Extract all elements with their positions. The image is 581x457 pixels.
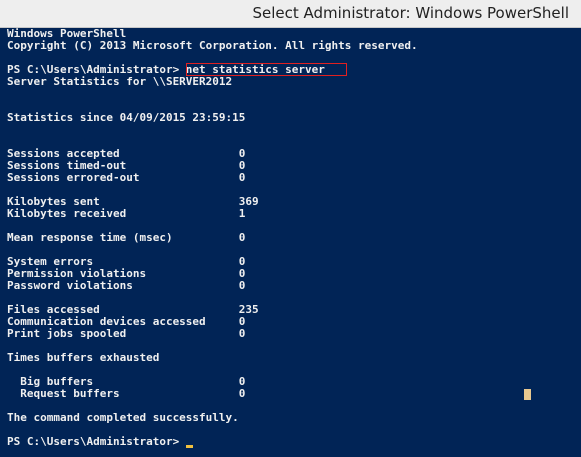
title-bar[interactable]: Select Administrator: Windows PowerShell xyxy=(0,0,581,28)
command-highlight-box xyxy=(186,63,347,76)
console-area[interactable]: Windows PowerShell Copyright (C) 2013 Mi… xyxy=(0,28,581,457)
console-line: Server Statistics for \\SERVER2012 xyxy=(7,75,233,88)
console-line: Print jobs spooled 0 xyxy=(7,327,246,340)
console-line: Statistics since 04/09/2015 23:59:15 xyxy=(7,111,246,124)
console-output: Windows PowerShell Copyright (C) 2013 Mi… xyxy=(7,28,418,448)
console-line: Sessions errored-out 0 xyxy=(7,171,246,184)
prompt-text: PS C:\Users\Administrator> xyxy=(7,435,186,448)
powershell-window: Select Administrator: Windows PowerShell… xyxy=(0,0,581,457)
prompt-line[interactable]: PS C:\Users\Administrator> xyxy=(7,436,418,448)
console-line: Copyright (C) 2013 Microsoft Corporation… xyxy=(7,39,418,52)
console-line: Request buffers 0 xyxy=(7,387,246,400)
text-cursor xyxy=(185,445,193,448)
selection-cursor xyxy=(524,389,531,400)
window-title: Select Administrator: Windows PowerShell xyxy=(252,4,569,22)
console-line: Password violations 0 xyxy=(7,279,246,292)
console-line: Kilobytes received 1 xyxy=(7,207,246,220)
console-line: Times buffers exhausted xyxy=(7,351,160,364)
console-line: The command completed successfully. xyxy=(7,411,239,424)
console-line: Mean response time (msec) 0 xyxy=(7,231,246,244)
